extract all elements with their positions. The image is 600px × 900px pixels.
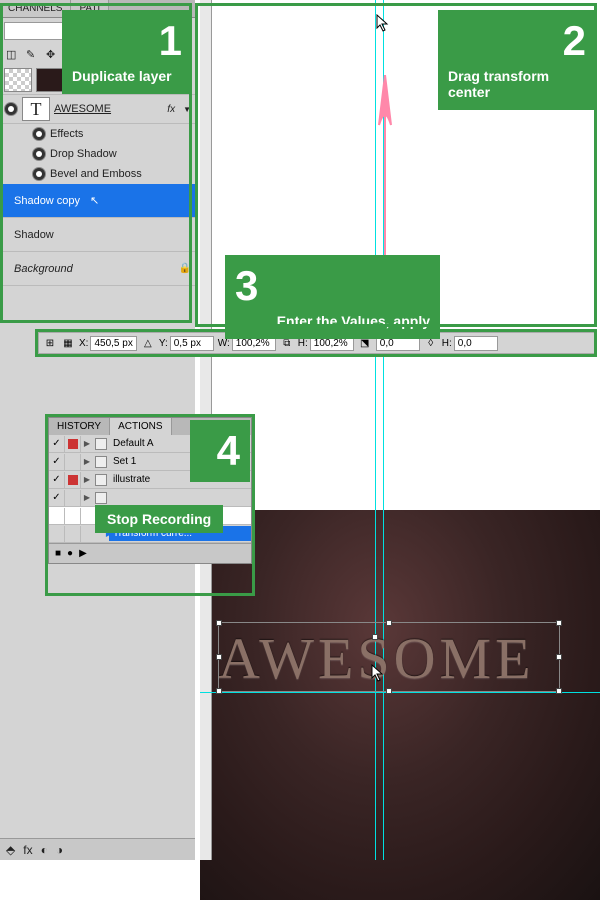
transform-handle[interactable]: [556, 654, 562, 660]
visibility-eye-icon[interactable]: [4, 102, 18, 116]
action-checkbox[interactable]: [49, 436, 65, 452]
chevron-down-icon[interactable]: ▼: [183, 105, 191, 114]
text-layer-thumb: T: [22, 97, 50, 121]
lock-brush-icon[interactable]: ✎: [26, 48, 40, 62]
lock-transparent-icon[interactable]: ◫: [6, 48, 20, 62]
visibility-eye-icon[interactable]: [32, 127, 46, 141]
reference-point-icon[interactable]: ⊞: [43, 336, 57, 350]
skew-h-field[interactable]: 0,0: [454, 336, 498, 351]
transform-handle[interactable]: [386, 620, 392, 626]
layer-row-shadow[interactable]: Shadow: [0, 218, 195, 252]
layer-name: Shadow: [4, 229, 54, 241]
tab-actions[interactable]: ACTIONS: [110, 418, 171, 435]
canvas-dark-region: [200, 510, 600, 900]
fx-icon[interactable]: fx: [23, 843, 32, 857]
actions-panel-footer: ■ ● ▶: [49, 543, 251, 563]
lock-move-icon[interactable]: ✥: [46, 48, 60, 62]
mask-icon[interactable]: ◐: [41, 843, 48, 857]
effect-drop-shadow[interactable]: Drop Shadow: [0, 144, 195, 164]
action-dialog-icon[interactable]: [65, 472, 81, 488]
layer-row-awesome[interactable]: T AWESOME fx ▼: [0, 95, 195, 124]
adjustment-icon[interactable]: ◑: [56, 843, 63, 857]
folder-icon: [95, 492, 107, 504]
action-checkbox[interactable]: [49, 454, 65, 470]
folder-icon: [95, 438, 107, 450]
callout-4-label: Stop Recording: [95, 505, 223, 533]
transform-handle[interactable]: [556, 688, 562, 694]
play-icon[interactable]: ▶: [79, 548, 87, 559]
delta-icon[interactable]: △: [141, 336, 155, 350]
lock-icon: 🔒: [179, 263, 191, 274]
layer-thumb: [36, 68, 64, 92]
layers-panel-footer: ⬘ fx ◐ ◑: [0, 838, 195, 860]
action-dialog-icon[interactable]: [65, 490, 81, 506]
layer-row-shadow-copy[interactable]: Shadow copy ↖: [0, 184, 195, 218]
layer-name: Shadow copy: [4, 195, 80, 207]
fx-badge[interactable]: fx: [163, 104, 179, 115]
action-checkbox[interactable]: [49, 490, 65, 506]
effects-header[interactable]: Effects: [0, 124, 195, 144]
link-icon[interactable]: ⬘: [6, 843, 15, 857]
action-dialog-icon[interactable]: [65, 454, 81, 470]
folder-icon: [95, 474, 107, 486]
tab-channels[interactable]: CHANNELS: [0, 0, 71, 17]
chevron-right-icon[interactable]: ▶: [81, 493, 93, 502]
effect-bevel-emboss[interactable]: Bevel and Emboss: [0, 164, 195, 184]
transform-handle[interactable]: [216, 654, 222, 660]
transform-handle[interactable]: [386, 688, 392, 694]
action-checkbox[interactable]: [49, 472, 65, 488]
guide-horizontal[interactable]: [200, 692, 600, 693]
visibility-eye-icon[interactable]: [32, 147, 46, 161]
visibility-eye-icon[interactable]: [32, 167, 46, 181]
layer-name: AWESOME: [54, 103, 111, 115]
chevron-right-icon[interactable]: ▶: [81, 439, 93, 448]
callout-4: 4: [190, 420, 250, 482]
callout-2: 2 Drag transform center: [438, 10, 596, 110]
transform-handle[interactable]: [556, 620, 562, 626]
layer-row-background[interactable]: Background 🔒: [0, 252, 195, 286]
callout-1: 1 Duplicate layer: [62, 10, 192, 94]
tab-history[interactable]: HISTORY: [49, 418, 110, 435]
transform-center-point[interactable]: [372, 634, 378, 640]
transform-bounding-box[interactable]: [218, 622, 560, 692]
cursor-pointer-icon: ↖: [90, 194, 99, 207]
transform-handle[interactable]: [216, 688, 222, 694]
chevron-right-icon[interactable]: ▶: [81, 457, 93, 466]
cursor-icon: [371, 664, 385, 682]
cursor-icon: [376, 14, 390, 32]
record-icon[interactable]: ●: [67, 548, 73, 559]
x-field[interactable]: 450,5 px: [90, 336, 136, 351]
callout-3: 3 Enter the Values, apply: [225, 255, 440, 339]
layer-name: Background: [4, 263, 73, 275]
chevron-right-icon[interactable]: ▶: [81, 475, 93, 484]
action-dialog-icon[interactable]: [65, 436, 81, 452]
reference-point-grid-icon[interactable]: ▦: [61, 336, 75, 350]
stop-icon[interactable]: ■: [55, 548, 61, 559]
y-field[interactable]: 0,5 px: [170, 336, 214, 351]
folder-icon: [95, 456, 107, 468]
layer-thumb: [4, 68, 32, 92]
transform-handle[interactable]: [216, 620, 222, 626]
